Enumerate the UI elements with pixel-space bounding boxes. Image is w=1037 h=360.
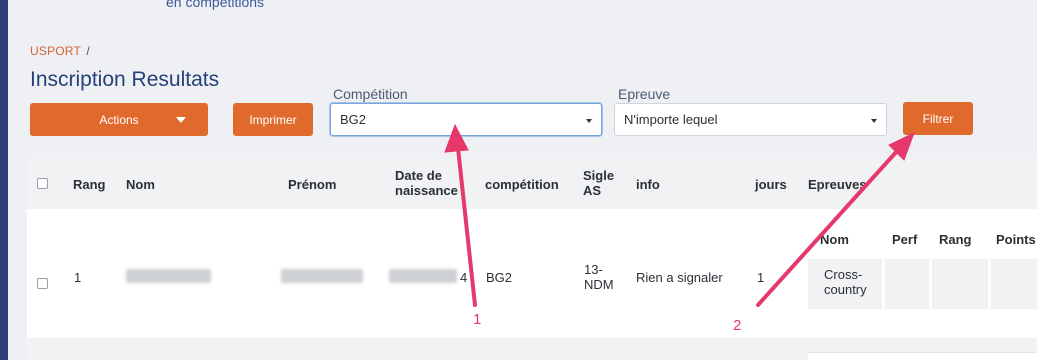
cell-sigle-line1: 13- — [584, 262, 603, 277]
subheader-points: Points — [996, 232, 1036, 247]
redacted-date — [389, 269, 457, 283]
header-prenom[interactable]: Prénom — [288, 177, 336, 192]
filter-button[interactable]: Filtrer — [903, 102, 973, 135]
actions-button-label: Actions — [99, 112, 139, 127]
subcell-perf — [885, 259, 929, 309]
header-competition[interactable]: compétition — [485, 177, 559, 192]
print-button-label: Imprimer — [249, 112, 297, 127]
cell-rang: 1 — [74, 270, 82, 285]
redacted-nom — [126, 269, 211, 283]
caret-down-icon — [176, 117, 186, 123]
annotation-arrowhead-2 — [888, 132, 915, 161]
subheader-perf: Perf — [892, 232, 918, 247]
breadcrumb: USPORT / — [30, 44, 90, 58]
cell-date-suffix: 4 — [460, 270, 468, 285]
competition-label: Compétition — [333, 86, 408, 102]
next-row-subtable — [808, 352, 1037, 360]
header-date-naissance-line1: Date de — [395, 168, 442, 183]
competition-select-value: BG2 — [340, 112, 367, 127]
header-epreuves[interactable]: Epreuves — [808, 177, 867, 192]
subcell-nom-line2: country — [824, 282, 867, 297]
nav-link-cut[interactable]: en compétitions — [166, 0, 264, 24]
header-date-naissance-line2: naissance — [395, 183, 458, 198]
header-info[interactable]: info — [636, 177, 660, 192]
subheader-rang: Rang — [939, 232, 972, 247]
header-nom[interactable]: Nom — [126, 177, 155, 192]
header-sigle-line1: Sigle — [583, 168, 615, 183]
epreuves-subtable: Nom Perf Rang Points Cross- country — [808, 219, 1037, 309]
cell-jours: 1 — [757, 270, 765, 285]
header-jours[interactable]: jours — [755, 177, 787, 192]
sidebar-edge — [0, 0, 8, 360]
page-title: Inscription Resultats — [30, 68, 220, 91]
competition-select[interactable]: BG2 — [330, 103, 602, 136]
filter-button-label: Filtrer — [922, 111, 954, 126]
cell-sigle-line2: NDM — [584, 277, 614, 292]
subcell-points — [991, 259, 1037, 309]
epreuve-select-value: N'importe lequel — [624, 112, 718, 127]
subheader-nom: Nom — [820, 232, 849, 247]
select-arrow-icon — [586, 119, 592, 123]
cell-sigle-as: 13- NDM — [584, 262, 614, 292]
annotation-marker-2: 2 — [733, 317, 742, 334]
cell-info: Rien a signaler — [636, 270, 723, 285]
subcell-nom-text: Cross- country — [824, 267, 867, 297]
header-sigle-line2: AS — [583, 183, 602, 198]
header-rang[interactable]: Rang — [73, 177, 106, 192]
actions-button[interactable]: Actions — [30, 103, 208, 136]
epreuve-label: Epreuve — [618, 86, 671, 102]
print-button[interactable]: Imprimer — [233, 103, 313, 136]
header-date-naissance[interactable]: Date de naissance — [395, 168, 458, 198]
redacted-prenom — [281, 269, 363, 283]
breadcrumb-separator: / — [86, 44, 90, 58]
select-all-checkbox[interactable] — [37, 178, 48, 189]
epreuve-select[interactable]: N'importe lequel — [614, 103, 887, 136]
select-arrow-icon — [871, 119, 877, 123]
row-checkbox[interactable] — [37, 278, 48, 289]
annotation-marker-1: 1 — [473, 311, 482, 328]
subcell-nom: Cross- country — [808, 259, 882, 309]
cell-competition: BG2 — [486, 270, 513, 285]
header-sigle-as[interactable]: Sigle AS — [583, 168, 614, 198]
subcell-rang — [932, 259, 988, 309]
breadcrumb-root[interactable]: USPORT — [30, 44, 81, 58]
subcell-nom-line1: Cross- — [824, 267, 863, 282]
